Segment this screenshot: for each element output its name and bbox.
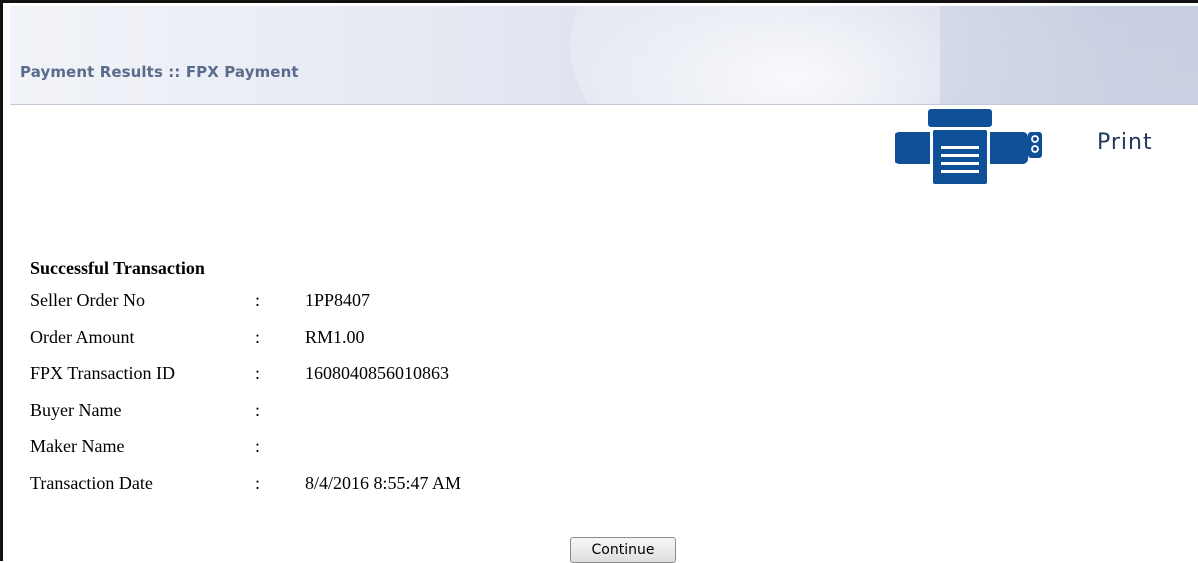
detail-label: Seller Order No [30,290,145,310]
detail-value: 1608040856010863 [305,363,449,383]
detail-separator: : [255,399,261,420]
printer-icon [895,109,1042,186]
detail-label: Maker Name [30,436,125,456]
detail-label: Transaction Date [30,472,153,493]
detail-separator: : [255,290,261,310]
continue-button[interactable]: Continue [570,537,676,563]
detail-separator: : [255,436,261,456]
header-band [940,6,1198,104]
detail-separator: : [255,472,261,493]
detail-label: Order Amount [30,326,135,347]
detail-label: Buyer Name [30,399,122,420]
detail-value: 1PP8407 [305,290,371,310]
print-label: Print [1097,130,1153,155]
detail-separator: : [255,363,261,383]
detail-label: FPX Transaction ID [30,363,176,383]
detail-value: 8/4/2016 8:55:47 AM [305,472,462,493]
page-header: Payment Results :: FPX Payment [10,6,1198,105]
detail-separator: : [255,326,261,347]
detail-value: RM1.00 [305,326,365,347]
result-title: Successful Transaction [30,258,205,278]
print-button[interactable]: Print [895,108,1195,188]
page-title: Payment Results :: FPX Payment [20,63,299,81]
